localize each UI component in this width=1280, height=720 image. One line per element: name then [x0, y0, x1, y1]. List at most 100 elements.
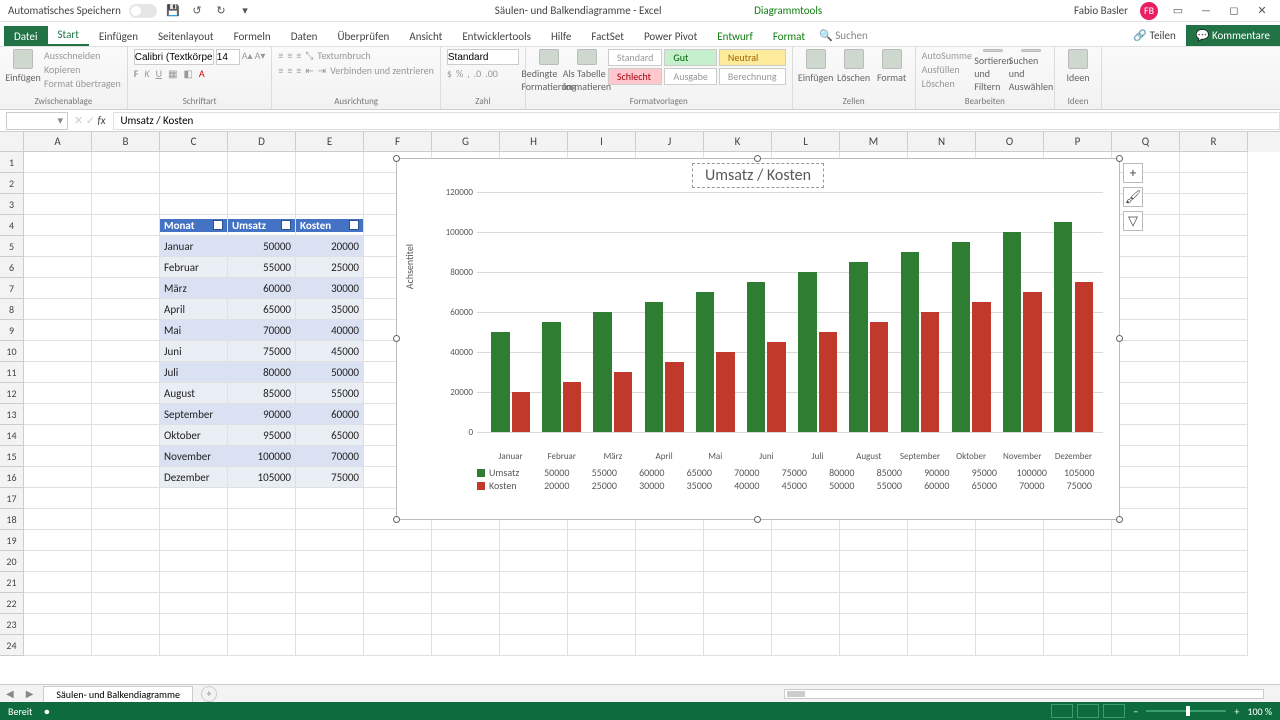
- cell[interactable]: [1180, 572, 1248, 593]
- cell[interactable]: [24, 593, 92, 614]
- style-berechnung[interactable]: Berechnung: [719, 68, 786, 85]
- cell[interactable]: [1112, 404, 1180, 425]
- cell[interactable]: 65000: [296, 425, 364, 446]
- cell[interactable]: [160, 509, 228, 530]
- row-header[interactable]: 2: [0, 173, 24, 194]
- cell[interactable]: [976, 614, 1044, 635]
- cell[interactable]: [1112, 446, 1180, 467]
- paste-button[interactable]: Einfügen: [6, 49, 40, 93]
- bar-umsatz[interactable]: [901, 252, 919, 432]
- cell[interactable]: [24, 320, 92, 341]
- view-normal-icon[interactable]: [1051, 704, 1073, 718]
- cell[interactable]: [1180, 446, 1248, 467]
- column-header[interactable]: N: [908, 132, 976, 152]
- cell[interactable]: [24, 446, 92, 467]
- cell[interactable]: [1180, 341, 1248, 362]
- cell[interactable]: [92, 152, 160, 173]
- font-family-select[interactable]: [134, 49, 214, 65]
- qat-dropdown-icon[interactable]: ▾: [237, 3, 253, 19]
- format-table-button[interactable]: Als Tabelle formatieren: [570, 49, 604, 93]
- maximize-icon[interactable]: ◻: [1226, 4, 1242, 17]
- cell[interactable]: [772, 635, 840, 656]
- cond-format-button[interactable]: Bedingte Formatierung: [532, 49, 566, 93]
- legend-entry[interactable]: Umsatz: [477, 466, 533, 479]
- tab-powerpivot[interactable]: Power Pivot: [634, 26, 707, 46]
- row-header[interactable]: 14: [0, 425, 24, 446]
- row-header[interactable]: 10: [0, 341, 24, 362]
- cell[interactable]: 55000: [296, 383, 364, 404]
- tab-file[interactable]: Datei: [4, 26, 48, 46]
- cell[interactable]: April: [160, 299, 228, 320]
- align-center-icon[interactable]: ≡: [287, 64, 292, 77]
- cell[interactable]: 90000: [228, 404, 296, 425]
- bar-kosten[interactable]: [665, 362, 683, 432]
- cell[interactable]: 65000: [228, 299, 296, 320]
- cell[interactable]: [908, 614, 976, 635]
- find-select-button[interactable]: Suchen und Auswählen: [1014, 49, 1048, 93]
- cell[interactable]: [92, 467, 160, 488]
- cell[interactable]: 70000: [228, 320, 296, 341]
- cell[interactable]: [296, 551, 364, 572]
- y-axis-title[interactable]: Achsentitel: [403, 244, 416, 289]
- close-icon[interactable]: ✕: [1254, 4, 1270, 17]
- cell[interactable]: [772, 551, 840, 572]
- column-header[interactable]: B: [92, 132, 160, 152]
- cell[interactable]: [568, 593, 636, 614]
- cell[interactable]: [636, 572, 704, 593]
- cell[interactable]: [296, 635, 364, 656]
- border-icon[interactable]: ▦: [168, 67, 177, 80]
- ideas-button[interactable]: Ideen: [1061, 49, 1095, 93]
- cell[interactable]: 60000: [296, 404, 364, 425]
- cell[interactable]: 55000: [228, 257, 296, 278]
- tab-view[interactable]: Ansicht: [399, 26, 452, 46]
- cell[interactable]: [840, 593, 908, 614]
- cell[interactable]: [92, 593, 160, 614]
- cell[interactable]: [636, 593, 704, 614]
- add-sheet-button[interactable]: +: [201, 686, 217, 702]
- tab-design[interactable]: Entwurf: [707, 26, 763, 46]
- cell[interactable]: 95000: [228, 425, 296, 446]
- bar-umsatz[interactable]: [1054, 222, 1072, 432]
- cell[interactable]: 60000: [228, 278, 296, 299]
- cell[interactable]: [500, 572, 568, 593]
- cell[interactable]: [296, 614, 364, 635]
- cell[interactable]: [976, 551, 1044, 572]
- cell[interactable]: August: [160, 383, 228, 404]
- cells-format-button[interactable]: Format: [875, 49, 909, 93]
- row-header[interactable]: 24: [0, 635, 24, 656]
- row-header[interactable]: 7: [0, 278, 24, 299]
- cell[interactable]: Juni: [160, 341, 228, 362]
- cell[interactable]: [92, 257, 160, 278]
- cell[interactable]: Januar: [160, 236, 228, 257]
- cell[interactable]: [24, 299, 92, 320]
- cell[interactable]: [1044, 551, 1112, 572]
- cell[interactable]: [228, 635, 296, 656]
- cell[interactable]: [1180, 257, 1248, 278]
- cell[interactable]: [432, 635, 500, 656]
- bar-umsatz[interactable]: [593, 312, 611, 432]
- cell[interactable]: [1112, 572, 1180, 593]
- cell[interactable]: [568, 572, 636, 593]
- cell[interactable]: [1180, 152, 1248, 173]
- column-header[interactable]: A: [24, 132, 92, 152]
- cell[interactable]: 50000: [296, 362, 364, 383]
- cell[interactable]: [704, 635, 772, 656]
- cell[interactable]: [92, 614, 160, 635]
- cell[interactable]: [296, 173, 364, 194]
- cell[interactable]: [228, 488, 296, 509]
- cell[interactable]: [228, 593, 296, 614]
- cell[interactable]: [1044, 530, 1112, 551]
- tab-insert[interactable]: Einfügen: [89, 26, 148, 46]
- cell[interactable]: [908, 635, 976, 656]
- cell[interactable]: 35000: [296, 299, 364, 320]
- cell[interactable]: [228, 551, 296, 572]
- bar-kosten[interactable]: [1075, 282, 1093, 432]
- cell[interactable]: [840, 614, 908, 635]
- cell[interactable]: [704, 572, 772, 593]
- cell[interactable]: [840, 635, 908, 656]
- row-header[interactable]: 3: [0, 194, 24, 215]
- tab-dev[interactable]: Entwicklertools: [452, 26, 541, 46]
- row-header[interactable]: 18: [0, 509, 24, 530]
- merge-button[interactable]: Verbinden und zentrieren: [330, 64, 434, 77]
- cell[interactable]: [1180, 509, 1248, 530]
